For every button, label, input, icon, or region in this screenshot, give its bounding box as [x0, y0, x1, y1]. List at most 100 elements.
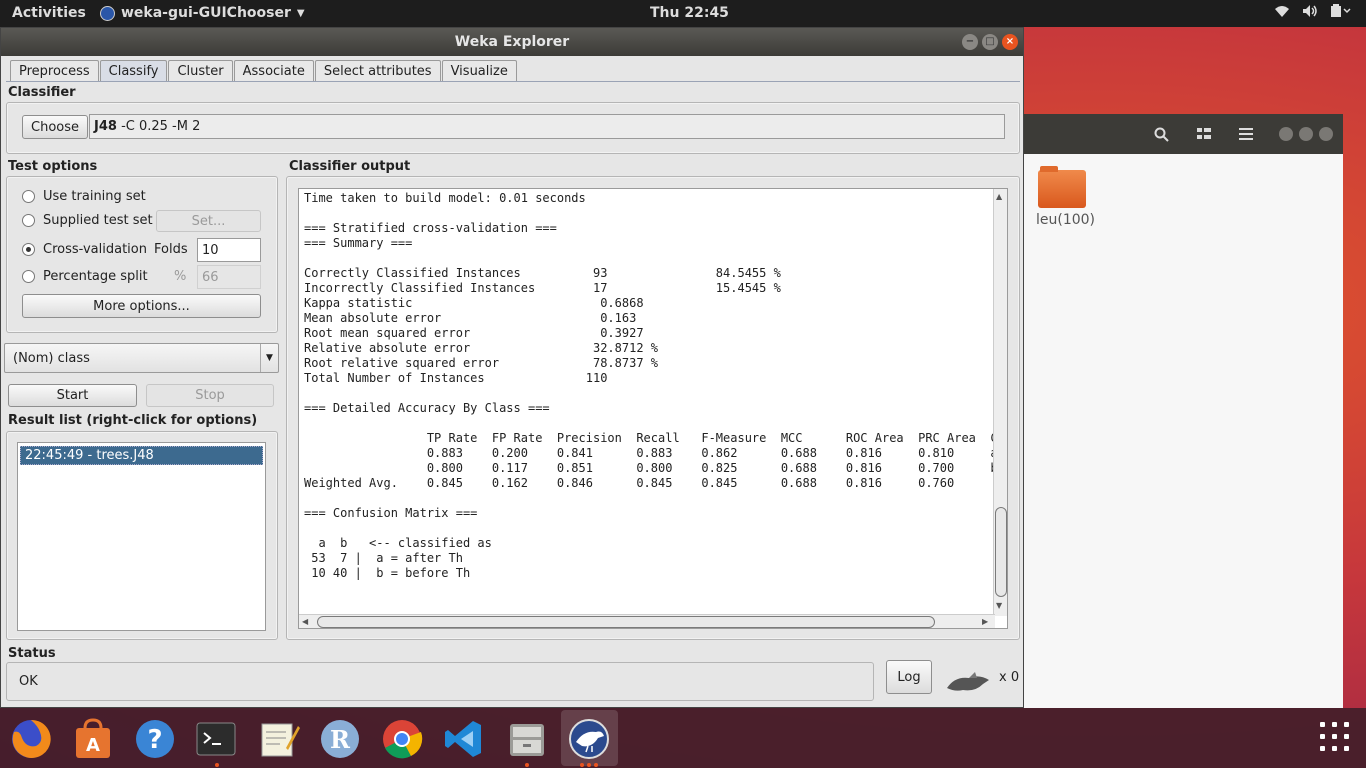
view-grid-icon[interactable]	[1189, 121, 1219, 147]
weka-bird-icon[interactable]	[945, 670, 993, 700]
scroll-down-icon[interactable]: ▼	[996, 601, 1002, 610]
status-bar: OK	[6, 662, 874, 701]
test-options-title: Test options	[8, 159, 98, 174]
stop-button: Stop	[146, 384, 274, 407]
wifi-icon[interactable]	[1274, 4, 1290, 22]
classifier-options: -C 0.25 -M 2	[116, 119, 201, 134]
folds-input[interactable]: 10	[197, 238, 261, 262]
cross-validation-label: Cross-validation	[43, 242, 147, 257]
set-button: Set...	[156, 210, 261, 232]
minimize-icon[interactable]	[1279, 127, 1293, 141]
running-indicator	[594, 763, 598, 767]
minimize-icon[interactable]: −	[962, 34, 978, 50]
classifier-output-title: Classifier output	[289, 159, 411, 174]
output-text: Time taken to build model: 0.01 seconds …	[304, 191, 1007, 580]
r-icon[interactable]: R	[319, 718, 361, 760]
file-manager-window: leu(100)	[1024, 114, 1343, 708]
maximize-icon[interactable]: □	[982, 34, 998, 50]
running-indicator	[580, 763, 584, 767]
volume-icon[interactable]	[1302, 4, 1318, 22]
scroll-right-icon[interactable]: ▶	[982, 617, 988, 626]
scroll-up-icon[interactable]: ▲	[996, 192, 1002, 201]
task-count: x 0	[999, 670, 1020, 685]
percent-input: 66	[197, 265, 261, 289]
maximize-icon[interactable]	[1299, 127, 1313, 141]
start-button[interactable]: Start	[8, 384, 137, 407]
folder-label[interactable]: leu(100)	[1036, 212, 1095, 228]
top-bar: Activities weka-gui-GUIChooser ▼ Thu 22:…	[0, 0, 1366, 27]
percentage-split-radio[interactable]: Percentage split	[22, 269, 148, 284]
radio-indicator	[22, 270, 35, 283]
horizontal-scroll-thumb[interactable]	[317, 616, 935, 628]
tab-divider	[6, 81, 1020, 82]
running-indicator	[587, 763, 591, 767]
running-indicator	[215, 763, 219, 767]
power-icon[interactable]	[1330, 4, 1352, 22]
use-training-set-label: Use training set	[43, 189, 146, 204]
folds-label: Folds	[154, 242, 188, 257]
clock[interactable]: Thu 22:45	[650, 5, 729, 21]
app-menu-label: weka-gui-GUIChooser	[121, 5, 291, 21]
vscode-icon[interactable]	[443, 718, 485, 760]
file-manager-header	[1024, 114, 1343, 154]
classifier-name: J48	[94, 119, 117, 134]
running-indicator	[525, 763, 529, 767]
close-icon[interactable]	[1319, 127, 1333, 141]
radio-indicator	[22, 190, 35, 203]
tab-preprocess[interactable]: Preprocess	[10, 60, 99, 82]
text-editor-icon[interactable]	[258, 718, 300, 760]
result-list-item[interactable]: 22:45:49 - trees.J48	[20, 446, 263, 465]
classifier-config-field[interactable]: J48 -C 0.25 -M 2	[89, 114, 1005, 139]
chevron-down-icon: ▼	[296, 7, 305, 19]
tab-select-attributes[interactable]: Select attributes	[314, 60, 441, 82]
horizontal-scrollbar[interactable]: ◀ ▶	[299, 614, 995, 628]
firefox-icon[interactable]	[10, 718, 52, 760]
classifier-title: Classifier	[8, 85, 76, 100]
help-glyph: ?	[147, 725, 162, 755]
software-center-icon[interactable]: A	[72, 718, 114, 760]
r-letter: R	[330, 725, 351, 754]
result-list-title: Result list (right-click for options)	[8, 413, 258, 428]
weka-icon[interactable]	[568, 718, 610, 760]
vertical-scroll-thumb[interactable]	[995, 507, 1007, 597]
help-icon[interactable]: ?	[134, 718, 176, 760]
choose-button[interactable]: Choose	[22, 115, 88, 139]
show-applications-icon[interactable]	[1320, 722, 1350, 752]
cross-validation-radio[interactable]: Cross-validation	[22, 242, 147, 257]
tab-classify[interactable]: Classify	[99, 60, 168, 82]
more-options-button[interactable]: More options...	[22, 294, 261, 318]
scroll-left-icon[interactable]: ◀	[302, 617, 308, 626]
result-list[interactable]: 22:45:49 - trees.J48	[17, 442, 266, 631]
use-training-set-radio[interactable]: Use training set	[22, 189, 146, 204]
files-icon[interactable]	[506, 718, 548, 760]
weka-app-icon	[100, 5, 115, 21]
supplied-test-set-radio[interactable]: Supplied test set	[22, 213, 153, 228]
folder-icon[interactable]	[1038, 166, 1086, 208]
radio-indicator	[22, 243, 35, 256]
supplied-test-set-label: Supplied test set	[43, 213, 153, 228]
percent-label: %	[174, 269, 187, 284]
close-icon[interactable]: ×	[1002, 34, 1018, 50]
chrome-icon[interactable]	[381, 718, 423, 760]
search-icon[interactable]	[1146, 121, 1176, 147]
classifier-output-text[interactable]: Time taken to build model: 0.01 seconds …	[298, 188, 1008, 629]
status-title: Status	[8, 646, 56, 661]
tab-cluster[interactable]: Cluster	[168, 60, 233, 82]
log-button[interactable]: Log	[886, 660, 932, 694]
class-attribute-value: (Nom) class	[13, 350, 90, 366]
menu-icon[interactable]	[1231, 121, 1261, 147]
chevron-down-icon[interactable]: ▼	[260, 344, 278, 372]
app-menu[interactable]: weka-gui-GUIChooser ▼	[100, 5, 305, 21]
radio-indicator	[22, 214, 35, 227]
tab-visualize[interactable]: Visualize	[441, 60, 517, 82]
tab-associate[interactable]: Associate	[233, 60, 314, 82]
terminal-icon[interactable]	[195, 718, 237, 760]
system-tray[interactable]	[1274, 4, 1352, 22]
title-bar[interactable]: Weka Explorer − □ ×	[1, 28, 1023, 56]
dock: A ? R	[0, 708, 1366, 768]
class-attribute-select[interactable]: (Nom) class ▼	[4, 343, 279, 373]
window-title: Weka Explorer	[454, 34, 570, 50]
activities-button[interactable]: Activities	[12, 5, 86, 21]
vertical-scrollbar[interactable]: ▲ ▼	[993, 189, 1007, 616]
status-text: OK	[19, 674, 38, 689]
